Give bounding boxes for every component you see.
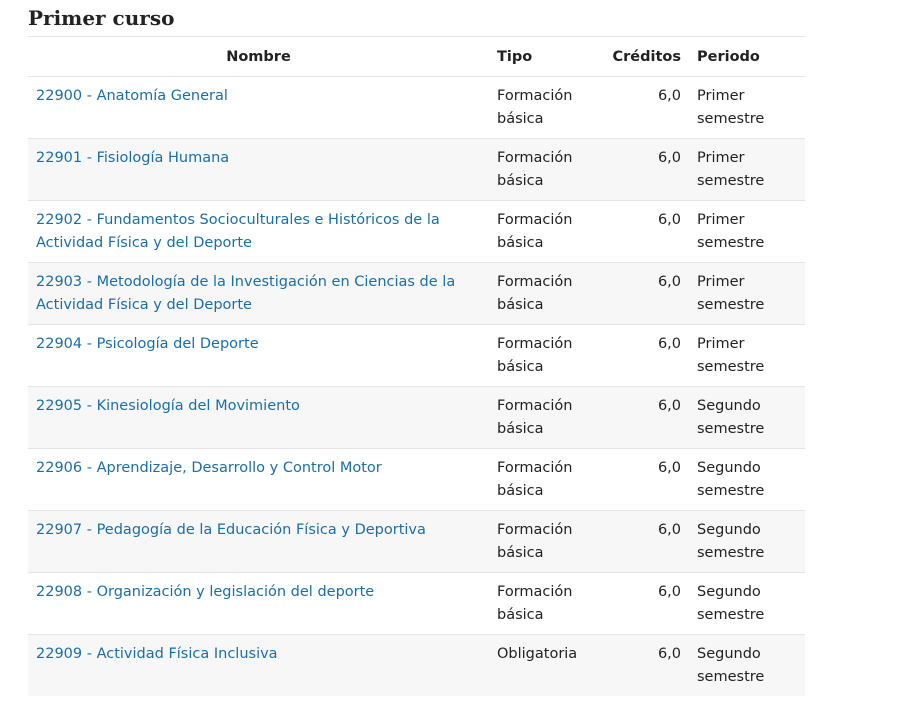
table-row: 22901 - Fisiología Humana Formación bási… (28, 138, 805, 201)
table-row: 22908 - Organización y legislación del d… (28, 572, 805, 635)
course-credits-cell: 6,0 (589, 634, 689, 696)
course-period-cell: Segundo semestre (689, 572, 805, 635)
course-type-cell: Formación básica (489, 138, 589, 201)
course-period-cell: Primer semestre (689, 76, 805, 139)
course-section: Primer curso Nombre Tipo Créditos Period… (28, 0, 805, 696)
course-name-cell: 22909 - Actividad Física Inclusiva (28, 634, 489, 696)
table-body: 22900 - Anatomía General Formación básic… (28, 76, 805, 696)
course-period-cell: Primer semestre (689, 324, 805, 387)
course-name-cell: 22904 - Psicología del Deporte (28, 324, 489, 387)
course-credits-cell: 6,0 (589, 572, 689, 635)
course-credits-cell: 6,0 (589, 386, 689, 449)
column-header-name: Nombre (28, 36, 489, 77)
course-link[interactable]: 22903 - Metodología de la Investigación … (36, 274, 455, 313)
course-type-cell: Formación básica (489, 262, 589, 325)
course-name-cell: 22900 - Anatomía General (28, 76, 489, 139)
course-link[interactable]: 22905 - Kinesiología del Movimiento (36, 398, 300, 414)
course-credits-cell: 6,0 (589, 324, 689, 387)
course-link[interactable]: 22902 - Fundamentos Socioculturales e Hi… (36, 212, 440, 251)
course-credits-cell: 6,0 (589, 138, 689, 201)
course-period-cell: Segundo semestre (689, 448, 805, 511)
course-period-cell: Primer semestre (689, 262, 805, 325)
table-row: 22909 - Actividad Física Inclusiva Oblig… (28, 634, 805, 696)
course-link[interactable]: 22904 - Psicología del Deporte (36, 336, 259, 352)
course-type-cell: Formación básica (489, 386, 589, 449)
course-credits-cell: 6,0 (589, 76, 689, 139)
table-row: 22906 - Aprendizaje, Desarrollo y Contro… (28, 448, 805, 511)
table-header-row: Nombre Tipo Créditos Periodo (28, 36, 805, 77)
table-row: 22900 - Anatomía General Formación básic… (28, 76, 805, 139)
table-row: 22905 - Kinesiología del Movimiento Form… (28, 386, 805, 449)
column-header-type: Tipo (489, 36, 589, 77)
course-name-cell: 22906 - Aprendizaje, Desarrollo y Contro… (28, 448, 489, 511)
course-period-cell: Primer semestre (689, 200, 805, 263)
column-header-period: Periodo (689, 36, 805, 77)
course-link[interactable]: 22900 - Anatomía General (36, 88, 228, 104)
course-type-cell: Formación básica (489, 200, 589, 263)
course-period-cell: Primer semestre (689, 138, 805, 201)
course-name-cell: 22903 - Metodología de la Investigación … (28, 262, 489, 325)
table-row: 22903 - Metodología de la Investigación … (28, 262, 805, 325)
course-type-cell: Formación básica (489, 448, 589, 511)
course-link[interactable]: 22907 - Pedagogía de la Educación Física… (36, 522, 426, 538)
course-period-cell: Segundo semestre (689, 386, 805, 449)
course-credits-cell: 6,0 (589, 262, 689, 325)
course-period-cell: Segundo semestre (689, 634, 805, 696)
course-name-cell: 22907 - Pedagogía de la Educación Física… (28, 510, 489, 573)
course-credits-cell: 6,0 (589, 448, 689, 511)
course-type-cell: Formación básica (489, 76, 589, 139)
table-row: 22904 - Psicología del Deporte Formación… (28, 324, 805, 387)
course-period-cell: Segundo semestre (689, 510, 805, 573)
course-name-cell: 22902 - Fundamentos Socioculturales e Hi… (28, 200, 489, 263)
course-name-cell: 22901 - Fisiología Humana (28, 138, 489, 201)
course-type-cell: Formación básica (489, 572, 589, 635)
course-link[interactable]: 22908 - Organización y legislación del d… (36, 584, 374, 600)
course-credits-cell: 6,0 (589, 200, 689, 263)
table-row: 22902 - Fundamentos Socioculturales e Hi… (28, 200, 805, 263)
course-type-cell: Formación básica (489, 324, 589, 387)
course-link[interactable]: 22906 - Aprendizaje, Desarrollo y Contro… (36, 460, 382, 476)
table-row: 22907 - Pedagogía de la Educación Física… (28, 510, 805, 573)
section-title: Primer curso (28, 6, 175, 30)
course-type-cell: Obligatoria (489, 634, 589, 696)
course-type-cell: Formación básica (489, 510, 589, 573)
course-link[interactable]: 22901 - Fisiología Humana (36, 150, 229, 166)
course-name-cell: 22908 - Organización y legislación del d… (28, 572, 489, 635)
course-link[interactable]: 22909 - Actividad Física Inclusiva (36, 646, 278, 662)
course-credits-cell: 6,0 (589, 510, 689, 573)
column-header-credits: Créditos (589, 36, 689, 77)
course-name-cell: 22905 - Kinesiología del Movimiento (28, 386, 489, 449)
courses-table: Nombre Tipo Créditos Periodo 22900 - Ana… (28, 36, 805, 696)
